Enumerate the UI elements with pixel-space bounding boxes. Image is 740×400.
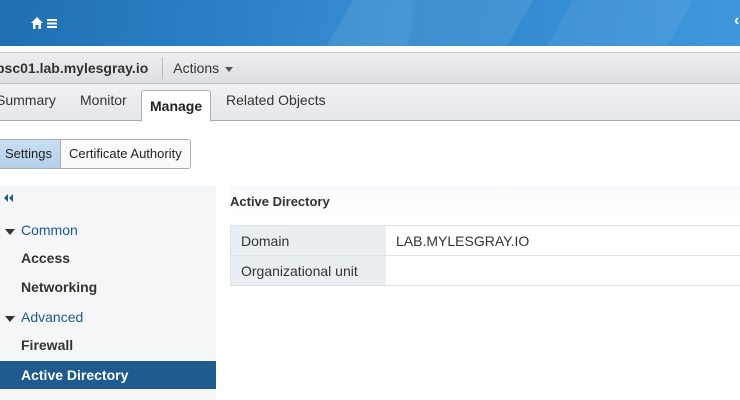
- nav-item-label: Firewall: [21, 337, 74, 353]
- nav-item-label: Access: [21, 250, 71, 266]
- home-icon: [31, 17, 43, 29]
- double-chevron-left-icon[interactable]: [2, 192, 16, 204]
- actions-dropdown[interactable]: Actions: [173, 60, 234, 76]
- actions-label: Actions: [173, 60, 220, 76]
- row-value-organizational-unit: [386, 256, 740, 285]
- settings-nav: Common Access Networking Advanced Firewa…: [0, 186, 216, 400]
- settings-subtabs: Settings Certificate Authority: [0, 139, 191, 169]
- row-key-organizational-unit: Organizational unit: [230, 256, 386, 285]
- nav-item-label: Active Directory: [21, 367, 129, 383]
- expand-triangle-icon: [5, 229, 15, 235]
- header-facet: [326, 0, 534, 46]
- nav-group-advanced[interactable]: Advanced: [0, 303, 216, 331]
- table-row: Domain LAB.MYLESGRAY.IO: [230, 226, 740, 256]
- home-menu-button[interactable]: [24, 10, 64, 36]
- object-title-bar: psc01.lab.mylesgray.io Actions: [0, 52, 740, 84]
- tab-related-objects[interactable]: Related Objects: [226, 92, 326, 108]
- table-row: Organizational unit: [230, 256, 740, 286]
- app-header: ‹: [0, 0, 740, 46]
- nav-item-firewall[interactable]: Firewall: [0, 331, 216, 359]
- tab-monitor[interactable]: Monitor: [80, 92, 127, 108]
- tab-bar: Summary Monitor Manage Related Objects: [0, 84, 740, 122]
- nav-item-access[interactable]: Access: [0, 244, 216, 272]
- object-name: psc01.lab.mylesgray.io: [0, 60, 149, 76]
- subtab-settings[interactable]: Settings: [0, 140, 61, 168]
- active-directory-table: Domain LAB.MYLESGRAY.IO Organizational u…: [230, 225, 740, 286]
- section-title: Active Directory: [230, 186, 740, 214]
- nav-group-common[interactable]: Common: [0, 216, 216, 244]
- divider: [162, 57, 164, 79]
- row-key-domain: Domain: [230, 226, 386, 255]
- header-overflow-mark: ‹: [734, 12, 740, 29]
- tab-manage[interactable]: Manage: [141, 90, 212, 122]
- nav-item-label: Networking: [21, 279, 98, 295]
- row-value-domain: LAB.MYLESGRAY.IO: [396, 233, 530, 249]
- expand-triangle-icon: [5, 316, 15, 322]
- nav-item-active-directory[interactable]: Active Directory: [0, 361, 216, 389]
- nav-item-networking[interactable]: Networking: [0, 273, 216, 301]
- nav-group-label: Common: [21, 222, 78, 238]
- menu-icon: [47, 19, 57, 28]
- nav-group-label: Advanced: [21, 309, 84, 325]
- subtab-certificate-authority[interactable]: Certificate Authority: [60, 140, 190, 168]
- header-facet: [546, 0, 694, 46]
- chevron-down-icon: [225, 66, 234, 72]
- tab-summary[interactable]: Summary: [0, 92, 56, 108]
